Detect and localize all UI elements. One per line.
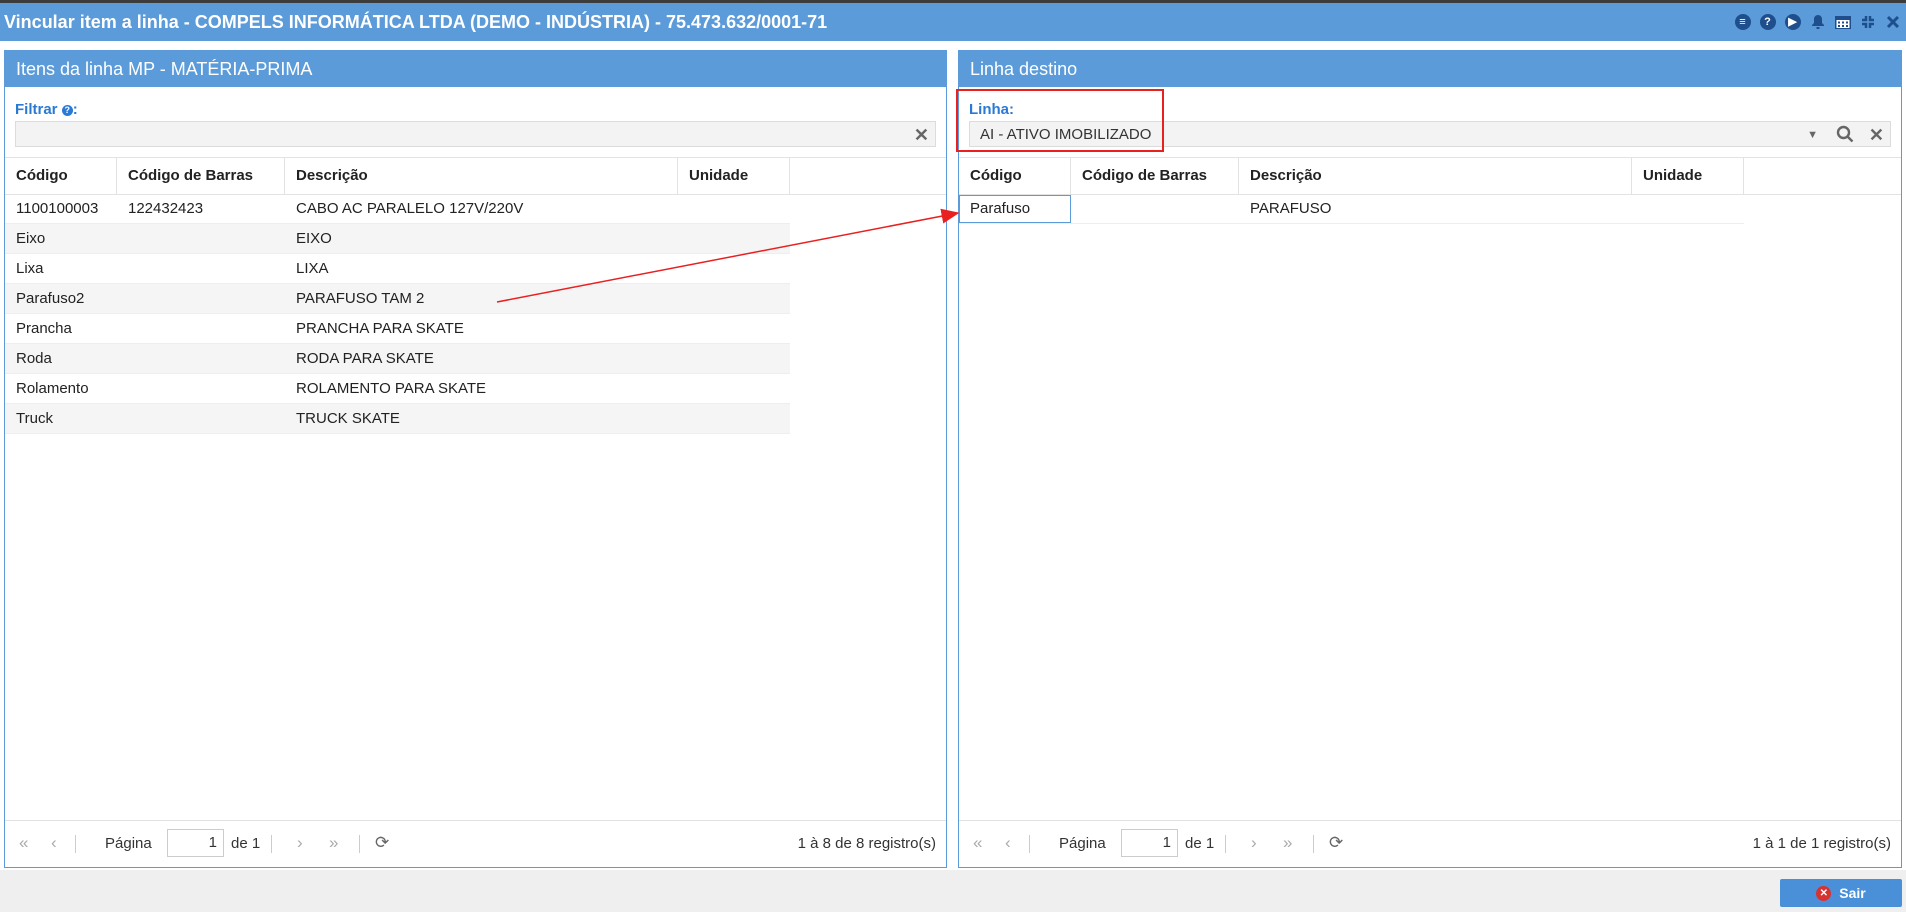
cell-descricao: LIXA bbox=[296, 260, 329, 277]
source-pager: « ‹ Página 1 de 1 › » ⟳ 1 à 8 de 8 regis… bbox=[5, 820, 946, 867]
target-line-panel: Linha destino Linha: AI - ATIVO IMOBILIZ… bbox=[958, 50, 1902, 868]
source-panel-title: Itens da linha MP - MATÉRIA-PRIMA bbox=[5, 51, 946, 87]
col-unidade[interactable]: Unidade bbox=[1632, 158, 1744, 194]
cell-codigo: Prancha bbox=[16, 320, 72, 337]
col-codigo[interactable]: Código bbox=[5, 158, 117, 194]
next-page-icon[interactable]: › bbox=[1251, 833, 1257, 853]
cell-descricao: CABO AC PARALELO 127V/220V bbox=[296, 200, 524, 217]
cell-descricao: RODA PARA SKATE bbox=[296, 350, 434, 367]
table-row[interactable]: 1100100003 122432423 CABO AC PARALELO 127V… bbox=[5, 194, 790, 224]
cell-codigo: Truck bbox=[16, 410, 53, 427]
first-page-icon[interactable]: « bbox=[973, 833, 982, 853]
grid-header: Código Código de Barras Descrição Unidad… bbox=[959, 157, 1901, 195]
cell-codigo: Rolamento bbox=[16, 380, 89, 397]
refresh-icon[interactable]: ⟳ bbox=[375, 833, 389, 853]
col-codigo[interactable]: Código bbox=[959, 158, 1071, 194]
cell-codigo: 1100100003 bbox=[16, 200, 99, 217]
source-items-grid: Código Código de Barras Descrição Unidad… bbox=[5, 157, 946, 434]
target-items-grid: Código Código de Barras Descrição Unidad… bbox=[959, 157, 1901, 224]
last-page-icon[interactable]: » bbox=[329, 833, 338, 853]
grid-header: Código Código de Barras Descrição Unidad… bbox=[5, 157, 946, 195]
cell-codigo: Lixa bbox=[16, 260, 44, 277]
col-codigo-barras[interactable]: Código de Barras bbox=[117, 158, 285, 194]
table-row[interactable]: Truck TRUCK SKATE bbox=[5, 404, 790, 434]
exit-icon: ✕ bbox=[1816, 885, 1832, 901]
col-descricao[interactable]: Descrição bbox=[285, 158, 678, 194]
title-toolbar: ≡ ? ▶ bbox=[1733, 3, 1902, 41]
records-info: 1 à 8 de 8 registro(s) bbox=[797, 835, 936, 852]
source-items-panel: Itens da linha MP - MATÉRIA-PRIMA Filtra… bbox=[4, 50, 947, 868]
cell-barras: 122432423 bbox=[128, 200, 204, 217]
page-number-input[interactable]: 1 bbox=[1121, 829, 1178, 857]
col-codigo-barras[interactable]: Código de Barras bbox=[1071, 158, 1239, 194]
table-row[interactable]: Lixa LIXA bbox=[5, 254, 790, 284]
table-row[interactable]: Prancha PRANCHA PARA SKATE bbox=[5, 314, 790, 344]
window-titlebar: Vincular item a linha - COMPELS INFORMÁT… bbox=[0, 3, 1906, 41]
cell-codigo[interactable]: Parafuso bbox=[959, 195, 1071, 223]
cell-descricao: EIXO bbox=[296, 230, 332, 247]
col-unidade[interactable]: Unidade bbox=[678, 158, 790, 194]
cell-codigo: Eixo bbox=[16, 230, 46, 247]
page-number-input[interactable]: 1 bbox=[167, 829, 224, 857]
exit-button[interactable]: ✕ Sair bbox=[1780, 879, 1902, 907]
page-total: de 1 bbox=[1185, 835, 1215, 852]
calendar-icon[interactable] bbox=[1833, 13, 1852, 32]
prev-page-icon[interactable]: ‹ bbox=[1005, 833, 1011, 853]
linha-select[interactable]: AI - ATIVO IMOBILIZADO ▼ ✕ bbox=[969, 121, 1891, 147]
window-title: Vincular item a linha - COMPELS INFORMÁT… bbox=[4, 12, 828, 32]
clear-linha-icon[interactable]: ✕ bbox=[1869, 124, 1884, 146]
table-row[interactable]: Parafuso PARAFUSO bbox=[959, 194, 1744, 224]
target-panel-title: Linha destino bbox=[959, 51, 1901, 87]
options-icon[interactable]: ≡ bbox=[1733, 13, 1752, 32]
clear-filter-icon[interactable]: ✕ bbox=[914, 124, 929, 146]
minimize-arrows-icon[interactable] bbox=[1858, 13, 1877, 32]
cell-descricao: TRUCK SKATE bbox=[296, 410, 400, 427]
table-row[interactable]: Roda RODA PARA SKATE bbox=[5, 344, 790, 374]
cell-descricao: PARAFUSO bbox=[1250, 200, 1332, 217]
chevron-down-icon[interactable]: ▼ bbox=[1807, 122, 1818, 148]
cell-descricao: PARAFUSO TAM 2 bbox=[296, 290, 425, 307]
table-row[interactable]: Parafuso2 PARAFUSO TAM 2 bbox=[5, 284, 790, 314]
page-label: Página bbox=[105, 835, 152, 852]
first-page-icon[interactable]: « bbox=[19, 833, 28, 853]
help-icon[interactable]: ? bbox=[1758, 13, 1777, 32]
page-label: Página bbox=[1059, 835, 1106, 852]
next-page-icon[interactable]: › bbox=[297, 833, 303, 853]
bell-icon[interactable] bbox=[1808, 13, 1827, 32]
table-row[interactable]: Rolamento ROLAMENTO PARA SKATE bbox=[5, 374, 790, 404]
col-descricao[interactable]: Descrição bbox=[1239, 158, 1632, 194]
table-row[interactable]: Eixo EIXO bbox=[5, 224, 790, 254]
close-icon[interactable] bbox=[1883, 13, 1902, 32]
refresh-icon[interactable]: ⟳ bbox=[1329, 833, 1343, 853]
records-info: 1 à 1 de 1 registro(s) bbox=[1752, 835, 1891, 852]
exit-label: Sair bbox=[1839, 885, 1866, 901]
search-icon[interactable] bbox=[1836, 125, 1854, 147]
last-page-icon[interactable]: » bbox=[1283, 833, 1292, 853]
cell-codigo: Parafuso2 bbox=[16, 290, 85, 307]
filter-input[interactable]: ✕ bbox=[15, 121, 936, 147]
cell-descricao: ROLAMENTO PARA SKATE bbox=[296, 380, 487, 397]
cell-codigo: Roda bbox=[16, 350, 52, 367]
filter-label: Filtrar ?: bbox=[15, 101, 78, 118]
linha-label: Linha: bbox=[969, 101, 1014, 118]
play-icon[interactable]: ▶ bbox=[1783, 13, 1802, 32]
page-total: de 1 bbox=[231, 835, 261, 852]
help-icon[interactable]: ? bbox=[61, 105, 73, 116]
cell-descricao: PRANCHA PARA SKATE bbox=[296, 320, 464, 337]
footer-bar: ✕ Sair bbox=[0, 870, 1906, 912]
target-pager: « ‹ Página 1 de 1 › » ⟳ 1 à 1 de 1 regis… bbox=[959, 820, 1901, 867]
prev-page-icon[interactable]: ‹ bbox=[51, 833, 57, 853]
